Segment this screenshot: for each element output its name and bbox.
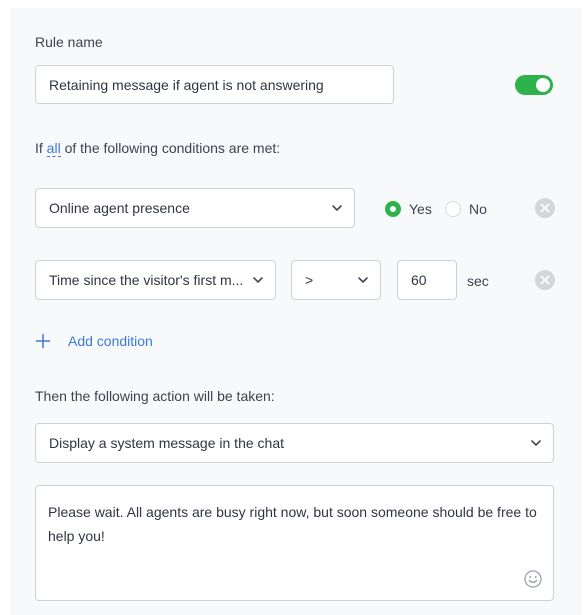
rule-name-value: Retaining message if agent is not answer… <box>49 76 324 93</box>
condition-2-value-input[interactable]: 60 <box>397 260 457 300</box>
rule-enabled-toggle[interactable] <box>515 75 553 95</box>
chevron-down-icon <box>253 277 263 283</box>
add-condition-button[interactable]: Add condition <box>35 333 153 349</box>
rule-name-input[interactable]: Retaining message if agent is not answer… <box>35 65 394 104</box>
radio-yes[interactable] <box>385 201 401 217</box>
condition-1-field-select[interactable]: Online agent presence <box>35 188 355 228</box>
chevron-down-icon <box>332 205 342 211</box>
system-message-text: Please wait. All agents are busy right n… <box>48 504 537 544</box>
plus-icon <box>35 333 51 349</box>
condition-2-unit: sec <box>467 273 489 289</box>
condition-2-field-value: Time since the visitor's first m... <box>49 272 244 288</box>
condition-2-value: 60 <box>411 272 427 288</box>
match-mode-link[interactable]: all <box>46 140 61 157</box>
action-type-select[interactable]: Display a system message in the chat <box>35 423 554 463</box>
conditions-prefix: If <box>35 140 43 156</box>
condition-1-field-value: Online agent presence <box>49 200 190 216</box>
condition-2-operator-select[interactable]: > <box>291 260 381 300</box>
conditions-header: If all of the following conditions are m… <box>35 140 281 157</box>
conditions-suffix: of the following conditions are met: <box>64 140 281 156</box>
condition-2-operator-value: > <box>305 272 314 288</box>
radio-no[interactable] <box>445 201 461 217</box>
remove-condition-2-button[interactable] <box>535 270 555 290</box>
rule-editor-panel: Rule name Retaining message if agent is … <box>10 8 582 615</box>
condition-2-field-select[interactable]: Time since the visitor's first m... <box>35 260 276 300</box>
close-icon <box>540 203 550 213</box>
system-message-textarea[interactable]: Please wait. All agents are busy right n… <box>35 485 554 601</box>
rule-name-label: Rule name <box>35 34 103 50</box>
action-type-value: Display a system message in the chat <box>49 435 284 451</box>
action-header: Then the following action will be taken: <box>35 388 275 404</box>
close-icon <box>540 275 550 285</box>
toggle-knob <box>536 78 550 92</box>
add-condition-label: Add condition <box>68 333 153 349</box>
radio-yes-label: Yes <box>409 201 432 217</box>
emoji-icon[interactable] <box>523 569 543 589</box>
radio-no-label: No <box>469 201 487 217</box>
chevron-down-icon <box>358 277 368 283</box>
chevron-down-icon <box>531 440 541 446</box>
remove-condition-1-button[interactable] <box>535 198 555 218</box>
